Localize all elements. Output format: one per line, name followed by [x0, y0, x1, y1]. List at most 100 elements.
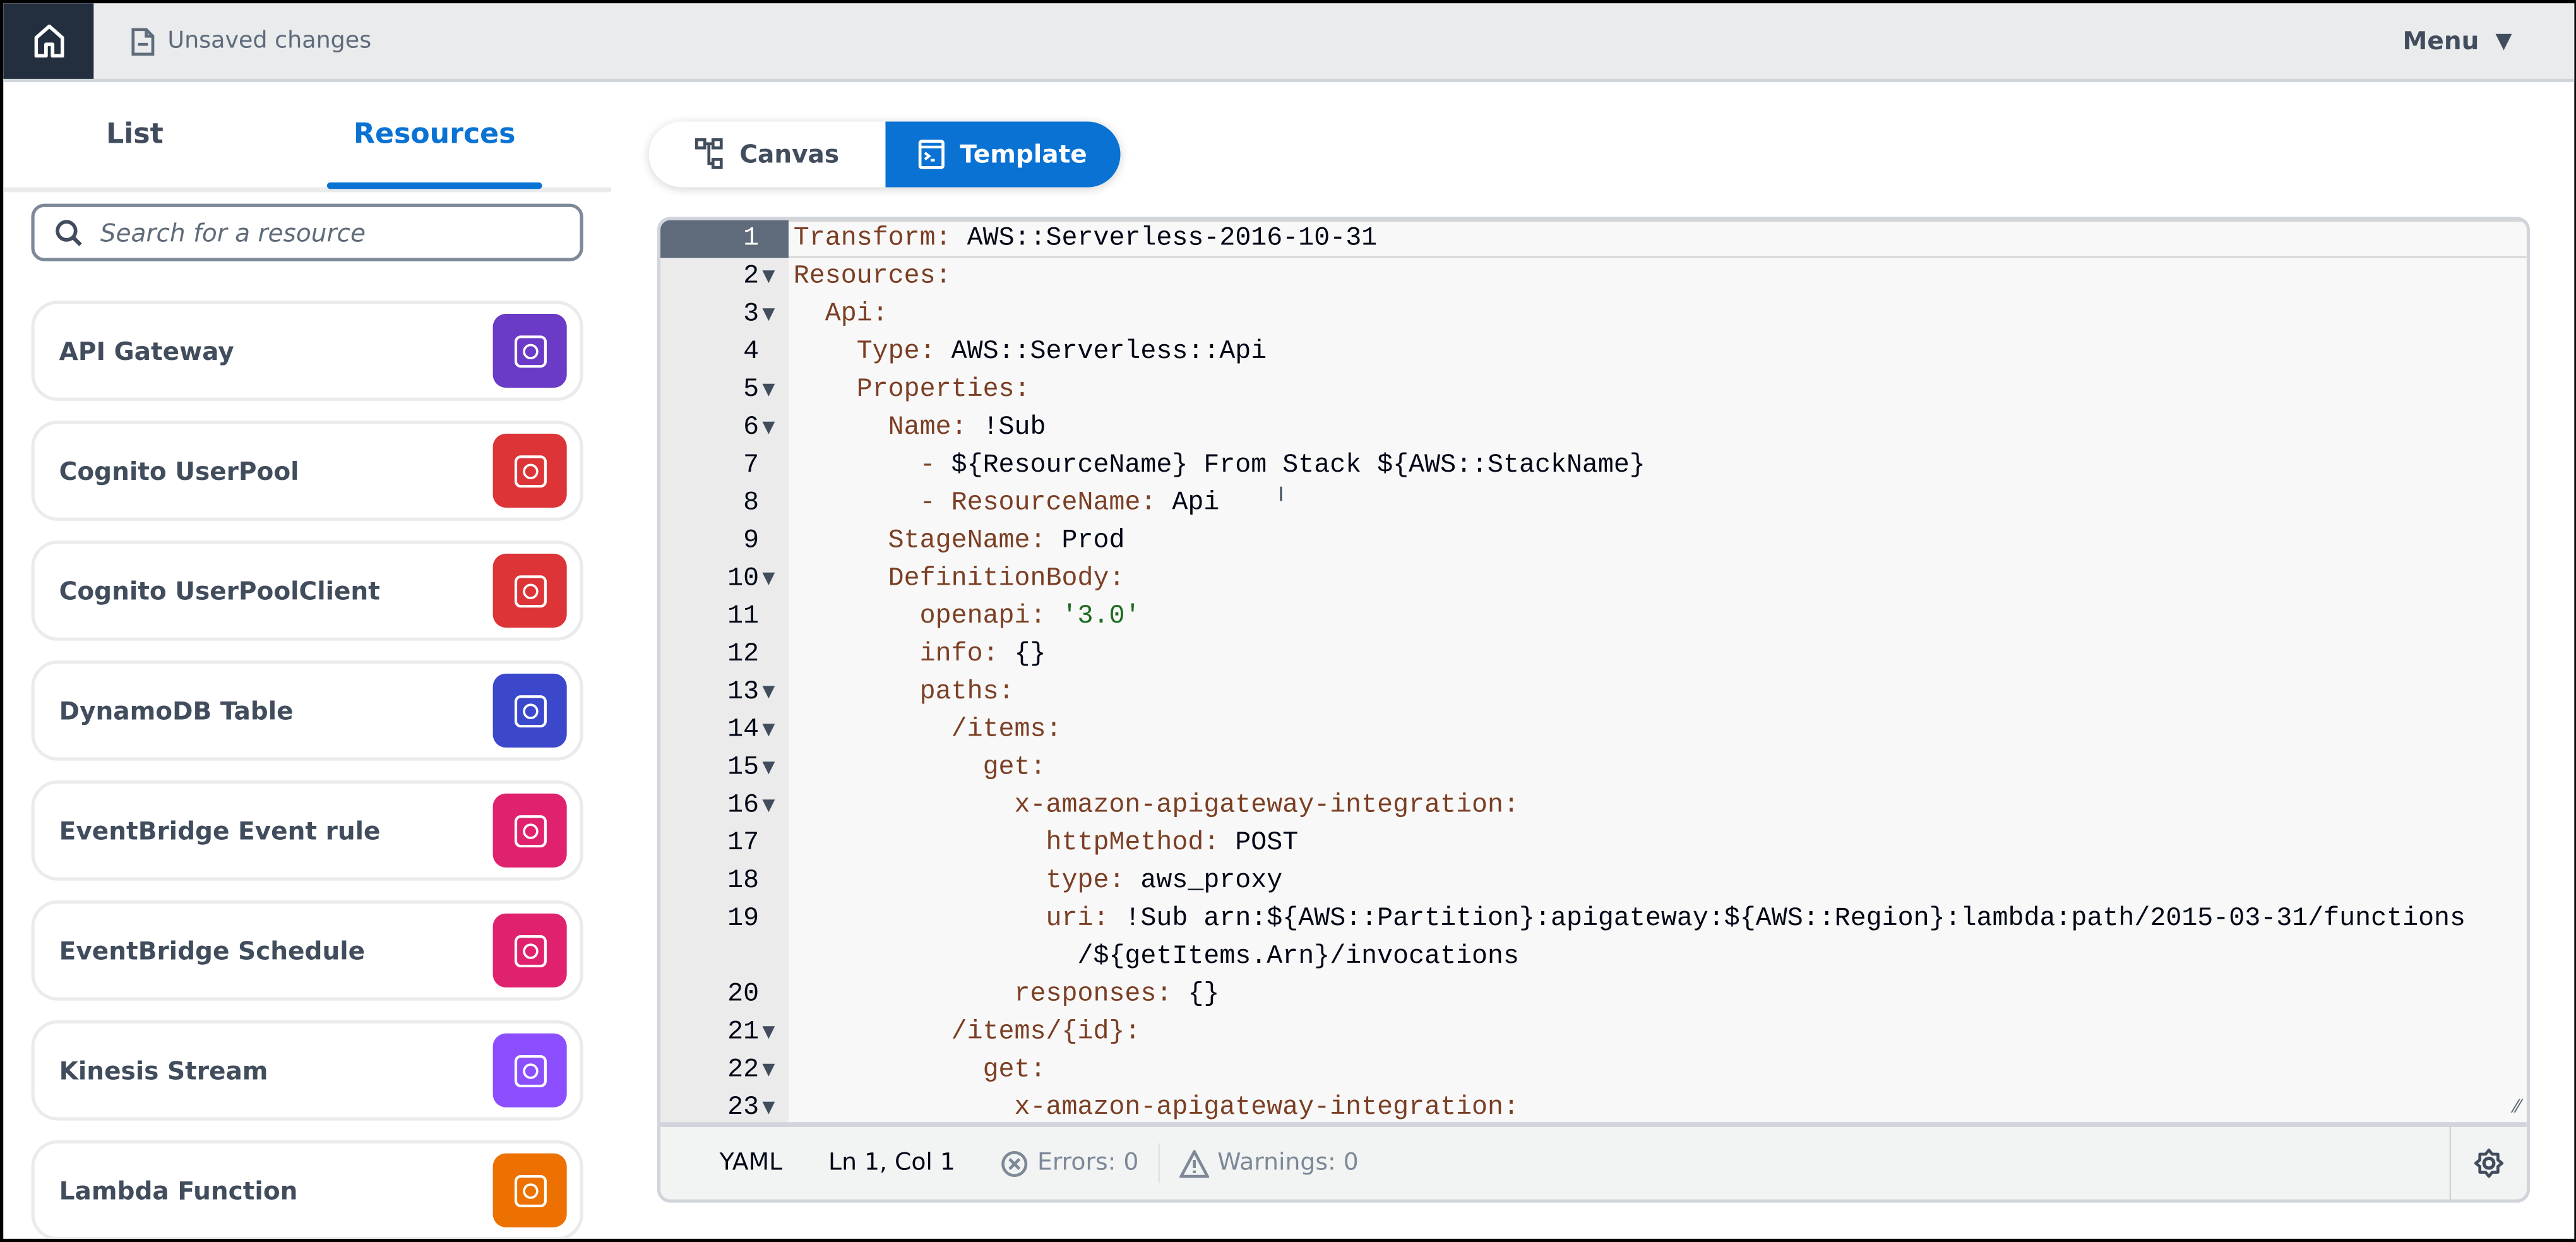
search-input[interactable]: [97, 216, 564, 249]
resource-card[interactable]: API Gateway: [31, 301, 583, 401]
line-number: 9: [743, 525, 760, 556]
caret-down-icon: ▼: [2495, 28, 2512, 54]
resource-card[interactable]: Cognito UserPool: [31, 421, 583, 521]
gear-icon: [2474, 1149, 2504, 1178]
line-number: 3: [743, 299, 760, 329]
menu-button[interactable]: Menu ▼: [2403, 3, 2512, 79]
editor-status-bar: YAML Ln 1, Col 1 Errors: 0 Warnings: 0: [660, 1122, 2527, 1200]
save-status-label: Unsaved changes: [167, 28, 372, 54]
home-icon: [33, 25, 64, 58]
resource-card[interactable]: Cognito UserPoolClient: [31, 540, 583, 641]
code-token: -: [919, 450, 951, 480]
resource-label: API Gateway: [59, 336, 234, 366]
code-line: 16 ▼ x-amazon-apigateway-integration:: [660, 787, 2527, 825]
template-view-button[interactable]: Template: [885, 121, 1121, 188]
divider: [1158, 1143, 1160, 1183]
code-text: - ResourceName: Api: [794, 485, 1220, 523]
code-token: uri:: [1046, 904, 1125, 933]
code-token: httpMethod:: [1046, 828, 1236, 858]
line-number: 14: [727, 714, 760, 744]
tab-list[interactable]: List: [36, 82, 233, 188]
resource-label: EventBridge Event rule: [59, 815, 381, 845]
code-text: Name: !Sub: [794, 409, 1046, 447]
line-number: 17: [727, 828, 760, 858]
code-token: Api:: [825, 299, 888, 329]
code-line: 20 responses: {}: [660, 976, 2527, 1014]
resource-card[interactable]: EventBridge Event rule: [31, 780, 583, 881]
tab-resources[interactable]: Resources: [326, 82, 542, 189]
code-line: 9 StageName: Prod: [660, 522, 2527, 560]
code-token: StageName:: [888, 525, 1062, 556]
file-icon: [131, 27, 155, 55]
canvas-view-button[interactable]: Canvas: [648, 121, 886, 188]
code-line: 14 ▼ /items:: [660, 712, 2527, 749]
code-line: 5 ▼ Properties:: [660, 371, 2527, 409]
dynamodb-icon: [492, 673, 567, 748]
editor-settings-button[interactable]: [2449, 1126, 2527, 1200]
line-number: 12: [727, 639, 760, 669]
code-line: 19 uri: !Sub arn:${AWS::Partition}:apiga…: [660, 900, 2527, 938]
code-text: openapi: '3.0': [794, 598, 1141, 636]
language-label: YAML: [719, 1150, 783, 1177]
cognito-icon: [492, 433, 567, 508]
resource-search: [31, 203, 583, 261]
code-token: AWS::Serverless::Api: [951, 337, 1267, 367]
code-text: Resources:: [794, 258, 951, 296]
line-number: 21: [727, 1017, 760, 1047]
code-token: Transform:: [793, 223, 967, 253]
code-line: /${getItems.Arn}/invocations: [660, 938, 2527, 976]
fold-toggle-icon[interactable]: ▼: [762, 787, 775, 825]
code-token: {}: [1188, 979, 1220, 1009]
resource-label: Cognito UserPoolClient: [59, 576, 380, 606]
code-area[interactable]: 1 Transform: AWS::Serverless-2016-10-31 2 ▼…: [660, 220, 2527, 1131]
code-token: DefinitionBody:: [888, 563, 1125, 594]
fold-toggle-icon[interactable]: ▼: [762, 296, 775, 333]
fold-toggle-icon[interactable]: ▼: [762, 712, 775, 749]
fold-toggle-icon[interactable]: ▼: [762, 409, 775, 447]
resource-label: Lambda Function: [59, 1175, 298, 1205]
fold-toggle-icon[interactable]: ▼: [762, 560, 775, 598]
resource-card[interactable]: Kinesis Stream: [31, 1020, 583, 1121]
code-text: get:: [794, 1051, 1046, 1089]
line-number: 7: [743, 450, 760, 480]
code-token: get:: [982, 752, 1046, 782]
code-line: 11 openapi: '3.0': [660, 598, 2527, 636]
warnings-indicator[interactable]: Warnings: 0: [1179, 1149, 1359, 1178]
line-number: 13: [727, 677, 760, 707]
template-editor[interactable]: 1 Transform: AWS::Serverless-2016-10-31 2 ▼…: [657, 217, 2531, 1203]
fold-toggle-icon[interactable]: ▼: [762, 674, 775, 712]
code-token: x-amazon-apigateway-integration:: [1014, 790, 1519, 820]
kinesis-icon: [492, 1033, 567, 1108]
fold-toggle-icon[interactable]: ▼: [762, 371, 775, 409]
fold-toggle-icon[interactable]: ▼: [762, 258, 775, 296]
code-text: x-amazon-apigateway-integration:: [794, 1089, 1519, 1127]
resource-card[interactable]: DynamoDB Table: [31, 660, 583, 761]
code-line: 23 ▼ x-amazon-apigateway-integration:: [660, 1089, 2527, 1127]
code-line: 17 httpMethod: POST: [660, 825, 2527, 863]
resource-card[interactable]: Lambda Function: [31, 1140, 583, 1239]
resource-label: EventBridge Schedule: [59, 935, 366, 965]
code-line: 2 ▼ Resources:: [660, 258, 2527, 296]
errors-indicator[interactable]: Errors: 0: [1001, 1149, 1138, 1177]
home-button[interactable]: [3, 3, 94, 79]
code-token: AWS::Serverless-2016-10-31: [967, 223, 1378, 253]
fold-toggle-icon[interactable]: ▼: [762, 1089, 775, 1127]
fold-toggle-icon[interactable]: ▼: [762, 1013, 775, 1051]
code-token: POST: [1235, 828, 1299, 858]
save-status: Unsaved changes: [131, 3, 371, 79]
code-token: Resources:: [793, 261, 951, 291]
cognito-icon: [492, 553, 567, 628]
eventbridge-icon: [492, 793, 567, 868]
code-text: /items/{id}:: [794, 1013, 1141, 1051]
warnings-count: Warnings: 0: [1217, 1150, 1359, 1177]
code-text: Type: AWS::Serverless::Api: [794, 333, 1267, 371]
fold-toggle-icon[interactable]: ▼: [762, 1051, 775, 1089]
fold-toggle-icon[interactable]: ▼: [762, 749, 775, 787]
resize-handle-icon[interactable]: ⁄⁄: [2514, 1096, 2520, 1118]
line-number: 15: [727, 752, 760, 782]
resource-card[interactable]: EventBridge Schedule: [31, 900, 583, 1001]
code-text: paths:: [794, 674, 1015, 712]
code-line: 1 Transform: AWS::Serverless-2016-10-31: [660, 220, 2527, 258]
code-line: 6 ▼ Name: !Sub: [660, 409, 2527, 447]
code-line: 18 type: aws_proxy: [660, 863, 2527, 900]
